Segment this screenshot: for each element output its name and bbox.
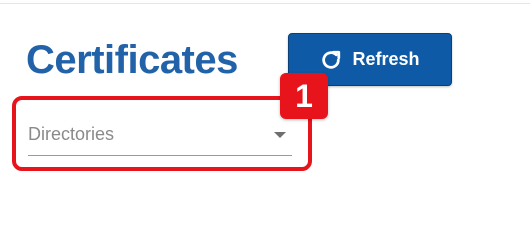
dropdown-underline <box>28 155 292 156</box>
directories-placeholder: Directories <box>28 124 115 144</box>
chevron-down-icon <box>274 132 286 138</box>
top-divider <box>0 3 530 4</box>
certificates-page: Certificates Refresh 1 Directories <box>0 0 530 246</box>
refresh-button-label: Refresh <box>352 49 420 69</box>
page-title: Certificates <box>26 38 238 82</box>
step-badge: 1 <box>280 73 328 119</box>
directories-dropdown[interactable]: Directories <box>28 118 292 156</box>
refresh-icon <box>320 49 342 71</box>
